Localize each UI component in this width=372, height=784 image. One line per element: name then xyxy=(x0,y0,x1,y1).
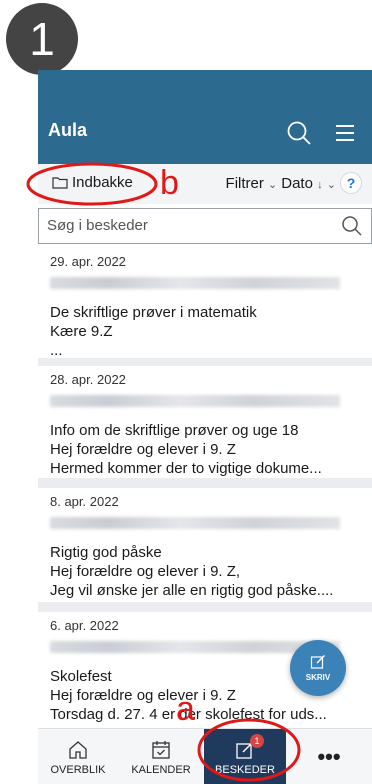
filter-button[interactable]: Filtrer ⌄ xyxy=(226,175,278,192)
message-date: 8. apr. 2022 xyxy=(50,494,119,509)
blurred-sender xyxy=(50,395,340,407)
app-title: Aula xyxy=(48,120,88,140)
search-icon[interactable] xyxy=(341,215,363,237)
message-toolbar: Indbakke Filtrer ⌄ Dato ↓ ⌄ ? xyxy=(38,164,372,204)
message-subject: De skriftlige prøver i matematik xyxy=(50,304,257,321)
message-search-box xyxy=(38,208,372,244)
arrow-down-icon: ↓ xyxy=(317,178,323,191)
nav-beskeder-label: BESKEDER xyxy=(215,763,275,776)
message-preview-line: Hej forældre og elever i 9. Z xyxy=(50,441,236,458)
more-menu-icon[interactable]: ••• xyxy=(286,729,372,784)
sort-button[interactable]: Dato ↓ ⌄ xyxy=(281,175,336,192)
message-subject: Rigtig god påske xyxy=(50,544,162,561)
search-input[interactable] xyxy=(47,217,327,234)
message-preview-line: Kære 9.Z xyxy=(50,323,113,340)
nav-beskeder[interactable]: 1 BESKEDER xyxy=(204,729,286,784)
message-preview-line: Hej forældre og elever i 9. Z, xyxy=(50,563,241,580)
message-date: 28. apr. 2022 xyxy=(50,372,126,387)
help-icon[interactable]: ? xyxy=(340,172,362,194)
search-icon[interactable] xyxy=(286,120,312,146)
blurred-sender xyxy=(50,277,340,289)
chevron-down-icon: ⌄ xyxy=(326,178,336,191)
blurred-sender xyxy=(50,517,340,529)
nav-kalender[interactable]: KALENDER xyxy=(118,729,204,784)
message-subject: Info om de skriftlige prøver og uge 18 xyxy=(50,422,299,439)
nav-kalender-label: KALENDER xyxy=(131,763,191,776)
step-number-badge: 1 xyxy=(6,3,78,75)
calendar-icon xyxy=(152,740,170,759)
nav-overblik[interactable]: OVERBLIK xyxy=(38,729,118,784)
annotation-letter-a: a xyxy=(176,690,195,728)
compose-icon xyxy=(310,655,325,669)
message-item[interactable]: 8. apr. 2022 Rigtig god påske Hej foræld… xyxy=(38,488,372,602)
message-preview-line: Hermed kommer der to vigtige dokume... xyxy=(50,460,322,477)
hamburger-menu-icon[interactable] xyxy=(334,122,356,144)
bottom-navigation: OVERBLIK KALENDER 1 BESKEDER ••• xyxy=(38,728,372,784)
inbox-folder-button[interactable]: Indbakke xyxy=(52,174,133,191)
message-item[interactable]: 28. apr. 2022 Info om de skriftlige prøv… xyxy=(38,366,372,478)
compose-button[interactable]: SKRIV xyxy=(290,640,346,696)
filter-sort-controls: Filtrer ⌄ Dato ↓ ⌄ ? xyxy=(226,172,362,194)
chevron-down-icon: ⌄ xyxy=(268,178,278,191)
compose-label: SKRIV xyxy=(305,673,331,682)
inbox-label: Indbakke xyxy=(72,174,133,191)
message-preview-line: Jeg vil ønske jer alle en rigtig god pås… xyxy=(50,582,334,599)
message-item[interactable]: 29. apr. 2022 De skriftlige prøver i mat… xyxy=(38,248,372,359)
message-preview-line: ... xyxy=(50,342,63,359)
home-icon xyxy=(69,740,87,759)
folder-icon xyxy=(52,177,68,189)
message-preview-line: Torsdag d. 27. 4 er der skolefest for ud… xyxy=(50,706,327,723)
annotation-letter-b: b xyxy=(160,164,179,202)
unread-count-badge: 1 xyxy=(250,734,264,748)
app-header: Aula xyxy=(38,70,372,164)
message-date: 29. apr. 2022 xyxy=(50,254,126,269)
nav-overblik-label: OVERBLIK xyxy=(50,763,106,776)
message-date: 6. apr. 2022 xyxy=(50,618,119,633)
